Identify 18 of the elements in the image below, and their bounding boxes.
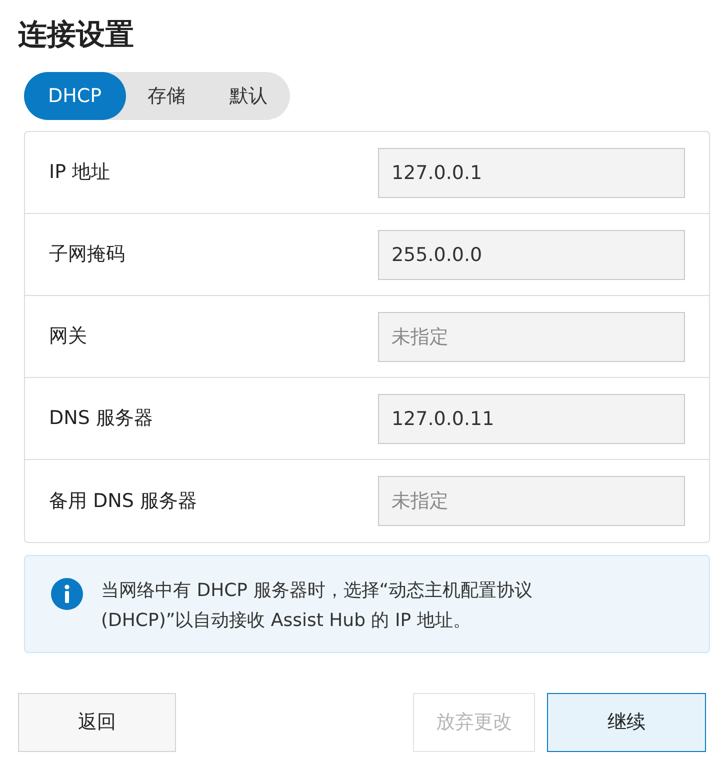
field-label: 子网掩码 bbox=[49, 242, 126, 268]
info-icon bbox=[51, 578, 83, 610]
field-label: 备用 DNS 服务器 bbox=[49, 488, 198, 514]
info-text: 当网络中有 DHCP 服务器时，选择“动态主机配置协议 (DHCP)”以自动接收 Assist Hub 的 IP 地址。 bbox=[101, 579, 534, 633]
field-label: IP 地址 bbox=[49, 160, 112, 186]
input-field[interactable]: 127.0.0.11 bbox=[378, 394, 685, 444]
field-label: DNS 服务器 bbox=[49, 406, 154, 432]
tab[interactable]: 存储 bbox=[126, 72, 208, 120]
back-button[interactable]: 返回 bbox=[18, 693, 176, 752]
tab[interactable]: 默认 bbox=[208, 72, 290, 120]
continue-button[interactable]: 继续 bbox=[547, 693, 706, 752]
tab[interactable]: DHCP bbox=[24, 72, 126, 120]
input-field[interactable]: 127.0.0.1 bbox=[378, 148, 685, 198]
field-label: 网关 bbox=[49, 324, 88, 350]
input-field[interactable]: 255.0.0.0 bbox=[378, 230, 685, 280]
input-field[interactable]: 未指定 bbox=[378, 312, 685, 362]
input-field[interactable]: 未指定 bbox=[378, 476, 685, 526]
page-title: 连接设置 bbox=[18, 16, 135, 53]
